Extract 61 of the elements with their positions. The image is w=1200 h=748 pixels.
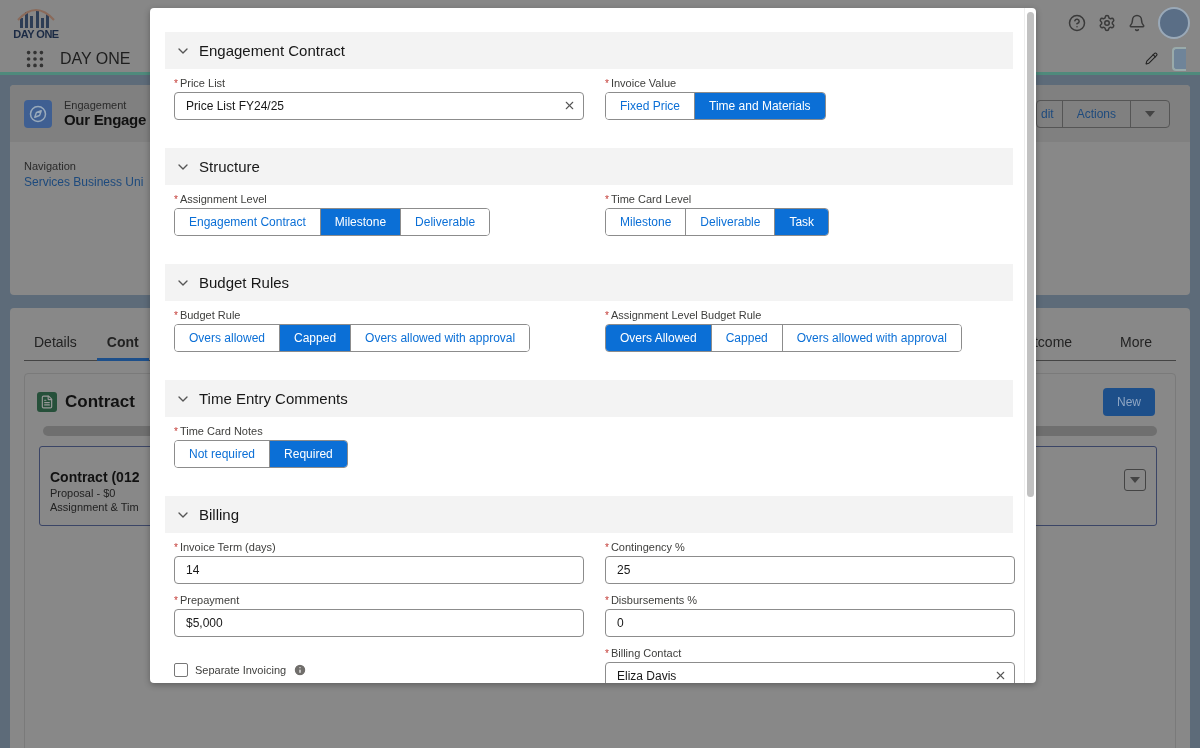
field-label: * Time Card Level [605, 193, 693, 205]
field-label: * Invoice Value [605, 77, 678, 89]
section-header[interactable]: Budget Rules [165, 264, 1013, 301]
toggle-option[interactable]: Milestone [319, 209, 401, 235]
card-detail: Proposal - $0 [50, 487, 117, 499]
record-type: Engagement [64, 99, 128, 111]
dropdown-button[interactable] [1124, 469, 1146, 491]
compass-icon [24, 99, 52, 128]
toggle-option[interactable]: Overs allowed with approval [350, 325, 530, 351]
field-label: * Assignment Level Budget Rule [605, 309, 763, 321]
record-name: Our Engage [64, 111, 146, 128]
settings-icon[interactable] [1098, 13, 1116, 32]
input-field[interactable]: 25 [605, 556, 1015, 584]
field-label: * Invoice Term (days) [174, 541, 277, 553]
toggle-option[interactable]: Deliverable [400, 209, 490, 235]
toggle-option[interactable]: Capped [279, 325, 351, 351]
tab[interactable]: Details [24, 326, 87, 361]
input-field[interactable]: 0 [605, 609, 1015, 637]
document-icon [37, 392, 57, 412]
section-header[interactable]: Engagement Contract [165, 32, 1013, 69]
field-label: * Budget Rule [174, 309, 242, 321]
pencil-icon[interactable] [1145, 52, 1158, 65]
app-name: DAY ONE [60, 49, 131, 68]
avatar[interactable] [1158, 6, 1190, 39]
checkbox-label: Separate Invoicing [195, 663, 287, 676]
card-detail: Assignment & Tim [50, 501, 140, 513]
tab[interactable]: More [1110, 326, 1162, 361]
clear-icon[interactable] [563, 99, 576, 112]
field-label: * Time Card Notes [174, 425, 264, 437]
clear-icon[interactable] [994, 669, 1007, 682]
info-icon[interactable] [293, 662, 308, 677]
new-button[interactable]: New [1103, 388, 1155, 416]
section-header[interactable]: Billing [165, 496, 1013, 533]
caret-icon [1130, 477, 1140, 483]
lookup-field[interactable]: Eliza Davis [605, 662, 1015, 683]
toggle-option[interactable]: Overs Allowed [606, 325, 711, 351]
toggle-option[interactable]: Overs allowed with approval [781, 325, 961, 351]
logo-text: DAY ONE [13, 27, 59, 40]
field-label: * Price List [174, 77, 227, 89]
field-label: * Disbursements % [605, 594, 699, 606]
section-header[interactable]: Structure [165, 148, 1013, 185]
field-label: * Prepayment [174, 594, 241, 606]
field-label: Navigation [24, 160, 76, 172]
field-label: * Contingency % [605, 541, 686, 553]
section-header[interactable]: Time Entry Comments [165, 380, 1013, 417]
toggle-option[interactable]: Time and Materials [694, 93, 825, 119]
card-title: Contract (012 [50, 469, 140, 485]
toggle-option[interactable]: Required [269, 441, 347, 467]
checkbox[interactable] [174, 662, 188, 677]
input-field[interactable]: 14 [174, 556, 584, 584]
scrollbar[interactable] [1027, 12, 1034, 497]
navigation-link[interactable]: Services Business Uni [24, 175, 144, 189]
field-label: * Assignment Level [174, 193, 268, 205]
input-field[interactable]: $5,000 [174, 609, 584, 637]
field-label: * Billing Contact [605, 647, 683, 659]
lookup-field[interactable]: Price List FY24/25 [174, 92, 584, 120]
caret-icon [1145, 110, 1155, 117]
section-title: Contract [65, 392, 135, 412]
toggle-option[interactable]: Task [774, 209, 829, 235]
help-icon[interactable] [1068, 13, 1086, 32]
bell-icon[interactable] [1128, 13, 1146, 32]
